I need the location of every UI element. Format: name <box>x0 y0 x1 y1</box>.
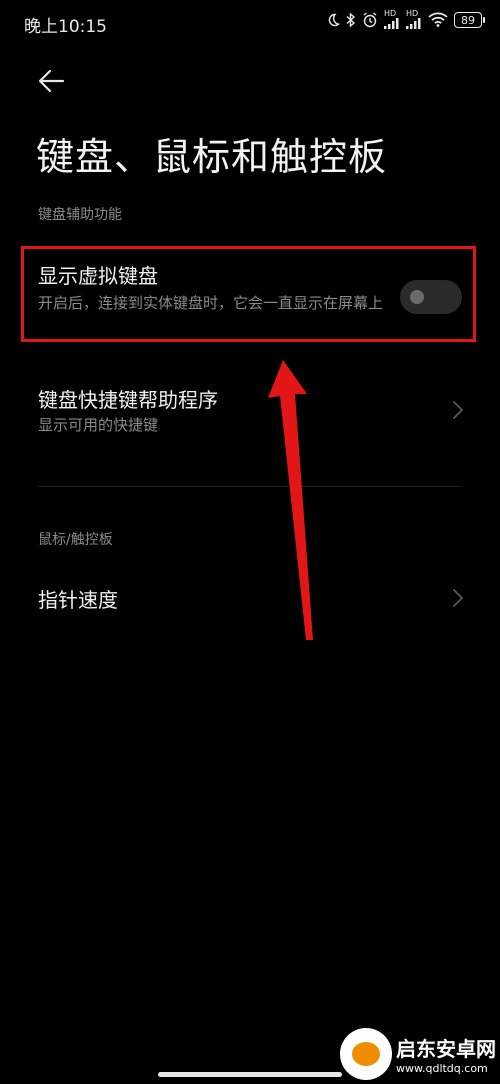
bluetooth-icon <box>346 11 356 28</box>
row-shortcut-helper[interactable]: 键盘快捷键帮助程序 显示可用的快捷键 <box>0 370 500 450</box>
highlight-box <box>21 246 476 342</box>
page-title: 键盘、鼠标和触控板 <box>36 135 388 179</box>
watermark-logo-icon <box>340 1028 392 1080</box>
section-header-mouse: 鼠标/触控板 <box>38 532 113 548</box>
chevron-right-icon <box>453 589 463 607</box>
watermark: 启东安卓网 www.qdltdq.com <box>340 1028 496 1080</box>
watermark-text: 启东安卓网 www.qdltdq.com <box>396 1033 496 1075</box>
chevron-right-icon <box>453 401 463 419</box>
pointer-speed-title: 指针速度 <box>38 588 118 612</box>
back-arrow-icon <box>38 69 65 93</box>
status-bar: 晚上10:15 HD HD 89 <box>0 0 500 44</box>
back-button[interactable] <box>36 66 72 96</box>
status-icons: HD HD 89 <box>326 10 485 29</box>
signal-icon <box>384 18 399 29</box>
row-pointer-speed[interactable]: 指针速度 <box>0 568 500 628</box>
gesture-nav-bar[interactable] <box>158 1072 342 1077</box>
status-time: 晚上10:15 <box>24 17 107 37</box>
watermark-url: www.qdltdq.com <box>396 1062 488 1075</box>
section-header-keyboard: 键盘辅助功能 <box>38 207 122 223</box>
section-divider <box>38 486 462 487</box>
hd-label: HD <box>406 9 419 18</box>
moon-icon <box>328 13 340 26</box>
signal-2: HD <box>406 10 422 29</box>
shortcut-helper-title: 键盘快捷键帮助程序 <box>38 388 218 412</box>
alarm-icon <box>363 11 377 27</box>
battery-icon: 89 <box>454 11 485 28</box>
signal-icon <box>406 18 421 29</box>
signal-1: HD <box>384 10 400 29</box>
wifi-icon <box>428 12 448 27</box>
hd-label: HD <box>384 9 397 18</box>
watermark-name: 启东安卓网 <box>396 1037 496 1061</box>
shortcut-helper-subtitle: 显示可用的快捷键 <box>38 416 159 434</box>
